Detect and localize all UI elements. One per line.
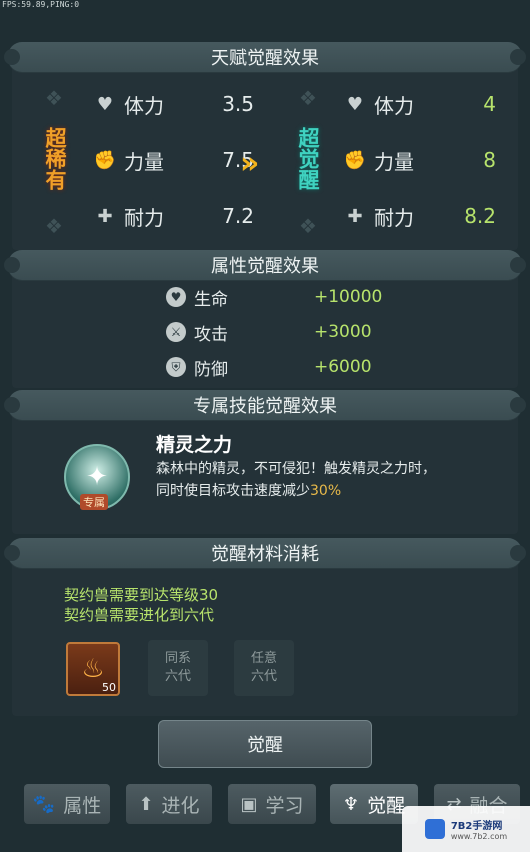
attribute-label: 防御	[194, 359, 228, 380]
requirement-evolution: 契约兽需要进化到六代	[64, 606, 215, 624]
stat-row: ✊ 力量 7.5	[94, 132, 254, 188]
stat-value: 8.2	[464, 204, 496, 228]
skill-header: 专属技能觉醒效果	[4, 390, 526, 420]
material-slot-same-series[interactable]: 同系 六代	[148, 640, 208, 696]
sword-icon: ⚔	[166, 322, 186, 342]
ornament-icon: ❖	[45, 86, 63, 110]
ornament-icon: ❖	[45, 214, 63, 238]
paw-icon: 🐾	[32, 793, 56, 815]
stat-value: 4	[483, 92, 496, 116]
ornament-icon: ❖	[299, 86, 317, 110]
slot-label: 同系	[164, 651, 191, 666]
attribute-row: ♥ 生命 +10000	[166, 280, 416, 314]
attribute-header: 属性觉醒效果	[4, 250, 526, 280]
attribute-value: +10000	[314, 287, 383, 307]
stat-row: ♥ 体力 4	[344, 76, 496, 132]
stat-row: ✊ 力量 8	[344, 132, 496, 188]
watermark-domain: www.7b2.com	[450, 832, 508, 841]
stat-value: 7.2	[222, 204, 254, 228]
tab-label: 觉醒	[367, 794, 406, 817]
shield-cross-icon: ✚	[97, 205, 113, 227]
stat-row: ✚ 耐力 7.2	[94, 188, 254, 244]
stat-label: 耐力	[124, 205, 164, 230]
attribute-value: +6000	[314, 357, 372, 377]
attribute-label: 攻击	[194, 324, 228, 345]
tab-attributes[interactable]: 🐾 属性	[24, 784, 110, 824]
materials-header: 觉醒材料消耗	[4, 538, 526, 568]
stat-label: 耐力	[374, 205, 414, 230]
from-rarity-text: 超稀有	[43, 126, 67, 190]
stat-label: 体力	[124, 93, 164, 118]
fire-creature-icon: ♨	[81, 654, 105, 684]
skill-icon[interactable]: ✦ 专属	[64, 444, 130, 510]
awaken-button[interactable]: 觉醒	[158, 720, 372, 768]
watermark-logo-icon	[424, 819, 445, 839]
watermark: 7B2手游网 www.7b2.com	[402, 806, 530, 852]
heart-icon: ♥	[346, 93, 364, 115]
stat-label: 力量	[124, 149, 164, 174]
attribute-label: 生命	[194, 289, 228, 310]
tab-evolution[interactable]: ⬆ 进化	[126, 784, 212, 824]
attribute-row: ⛨ 防御 +6000	[166, 350, 416, 384]
heart-icon: ♥	[166, 287, 186, 307]
attribute-value: +3000	[314, 322, 372, 342]
skill-name: 精灵之力	[156, 434, 233, 456]
ornament-icon: ❖	[299, 214, 317, 238]
watermark-text: 7B2手游网	[450, 821, 503, 832]
tab-label: 进化	[161, 794, 200, 817]
material-item-slot[interactable]: ♨ 50	[66, 642, 120, 696]
stat-row: ✚ 耐力 8.2	[344, 188, 496, 244]
to-rarity-label: 超觉醒	[293, 118, 323, 198]
stat-label: 体力	[374, 93, 414, 118]
skill-desc-highlight: 30%	[310, 483, 342, 499]
skill-desc-text: 同时使目标攻击速度减少	[156, 483, 310, 499]
requirement-level: 契约兽需要到达等级30	[64, 586, 219, 604]
shield-cross-icon: ✚	[347, 205, 363, 227]
heart-icon: ♥	[96, 93, 114, 115]
book-icon: ▣	[240, 793, 258, 815]
slot-label: 任意	[250, 651, 277, 666]
skill-desc-line2: 同时使目标攻击速度减少30%	[156, 480, 496, 502]
tab-learn[interactable]: ▣ 学习	[228, 784, 316, 824]
attribute-row: ⚔ 攻击 +3000	[166, 315, 416, 349]
spirit-icon: ✦	[86, 462, 108, 492]
talent-header: 天赋觉醒效果	[4, 42, 526, 72]
up-arrow-icon: ⬆	[138, 793, 154, 815]
stat-value: 3.5	[222, 92, 254, 116]
slot-label: 六代	[250, 669, 277, 684]
to-rarity-text: 超觉醒	[296, 126, 320, 190]
shield-icon: ⛨	[166, 357, 186, 377]
material-slot-any[interactable]: 任意 六代	[234, 640, 294, 696]
fps-counter: FPS:59.89,PING:0	[2, 0, 80, 9]
stat-row: ♥ 体力 3.5	[94, 76, 254, 132]
fist-icon: ✊	[343, 149, 367, 171]
skill-description: 森林中的精灵，不可侵犯！触发精灵之力时， 同时使目标攻击速度减少30%	[156, 458, 496, 502]
exclusive-badge: 专属	[80, 494, 108, 510]
from-rarity-label: 超稀有	[40, 118, 70, 198]
to-stats: ♥ 体力 4 ✊ 力量 8 ✚ 耐力 8.2	[344, 76, 496, 244]
material-count: 50	[102, 681, 116, 694]
tab-label: 属性	[63, 794, 102, 817]
tab-label: 学习	[265, 794, 304, 817]
stat-label: 力量	[374, 149, 414, 174]
horned-mask-icon: ♆	[342, 793, 360, 815]
stat-value: 8	[483, 148, 496, 172]
slot-label: 六代	[164, 669, 191, 684]
from-stats: ♥ 体力 3.5 ✊ 力量 7.5 ✚ 耐力 7.2	[94, 76, 254, 244]
fist-icon: ✊	[93, 149, 117, 171]
skill-desc-line1: 森林中的精灵，不可侵犯！触发精灵之力时，	[156, 461, 436, 477]
upgrade-arrow-icon: »	[240, 146, 260, 181]
